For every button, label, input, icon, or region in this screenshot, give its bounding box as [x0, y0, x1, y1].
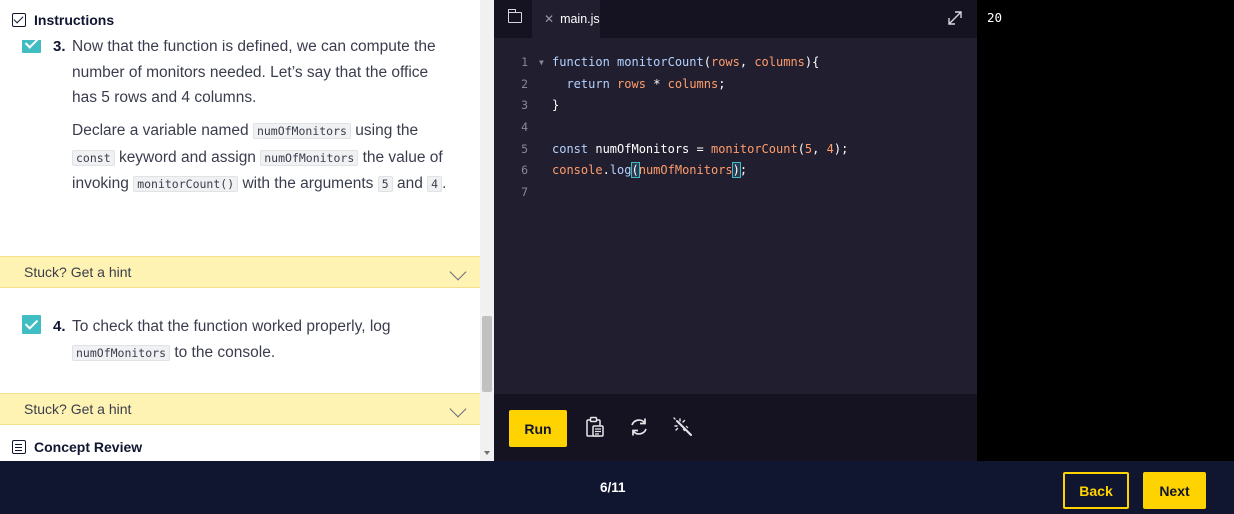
text: To check that the function worked proper…	[72, 318, 391, 335]
progress-indicator[interactable]: 6/11	[600, 480, 626, 495]
code-text: return rows * columns;	[566, 76, 726, 91]
editor-tab-bar: ✕ main.js	[494, 0, 977, 38]
footer-nav: 6/11 Back Next	[0, 461, 1234, 514]
hint-label: Stuck? Get a hint	[24, 401, 132, 417]
code-line: 6 console.log(numOfMonitors);	[494, 160, 977, 182]
text: using the	[355, 122, 419, 139]
code-line: 2 return rows * columns;	[494, 74, 977, 96]
task-3-paragraph-1: Now that the function is defined, we can…	[72, 40, 436, 106]
run-button[interactable]: Run	[509, 410, 567, 447]
inline-code: 4	[427, 176, 443, 192]
check-icon[interactable]	[22, 40, 41, 53]
code-line: 5 const numOfMonitors = monitorCount(5, …	[494, 139, 977, 161]
code-editor: ✕ main.js 1 ▼ function monitorCount(rows…	[494, 0, 977, 461]
refresh-icon[interactable]	[628, 416, 650, 438]
chevron-down-icon	[449, 400, 467, 418]
code-area[interactable]: 1 ▼ function monitorCount(rows, columns)…	[494, 52, 977, 204]
code-line: 3 }	[494, 95, 977, 117]
scroll-down-arrow-icon[interactable]	[484, 451, 490, 455]
code-text: }	[552, 98, 560, 113]
back-button[interactable]: Back	[1063, 472, 1129, 509]
text: keyword and assign	[118, 148, 256, 166]
inline-code: numOfMonitors	[260, 149, 359, 166]
concept-review-header[interactable]: Concept Review	[0, 432, 480, 461]
line-number: 7	[521, 185, 528, 200]
file-tab-label: main.js	[560, 12, 600, 26]
line-number: 3	[521, 98, 528, 113]
instructions-content: 3. Now that the function is defined, we …	[0, 40, 480, 461]
text: Declare a variable named	[72, 122, 249, 139]
line-number: 6	[521, 163, 528, 178]
task-number: 4.	[53, 318, 66, 335]
code-text: console.log(numOfMonitors);	[552, 162, 748, 179]
checklist-icon	[12, 13, 26, 27]
text: with the arguments	[242, 175, 374, 192]
output-console: 20	[977, 0, 1234, 461]
expand-icon[interactable]	[947, 10, 963, 26]
task-3-paragraph-2: Declare a variable named numOfMonitors u…	[72, 118, 452, 198]
instructions-title: Instructions	[34, 12, 115, 28]
instructions-panel: Instructions 3. Now that the function is…	[0, 0, 494, 461]
inline-code: monitorCount()	[133, 176, 239, 192]
inline-code: const	[72, 149, 115, 166]
file-tab-main-js[interactable]: ✕ main.js	[532, 0, 600, 38]
fold-arrow-icon[interactable]: ▼	[539, 52, 544, 74]
close-icon[interactable]: ✕	[544, 12, 554, 26]
inline-code: numOfMonitors	[252, 123, 351, 139]
line-number: 5	[521, 141, 528, 156]
hint-label: Stuck? Get a hint	[24, 264, 132, 280]
instructions-scrollbar[interactable]	[480, 0, 494, 461]
check-icon[interactable]	[22, 315, 41, 334]
line-number: 2	[521, 76, 528, 91]
text: and	[396, 175, 423, 192]
next-button[interactable]: Next	[1143, 472, 1206, 509]
code-line: 4	[494, 117, 977, 139]
line-number: 1	[521, 55, 528, 69]
code-text: function monitorCount(rows, columns){	[552, 55, 820, 69]
text: to the console.	[174, 343, 276, 361]
inline-code: 5	[377, 176, 393, 192]
editor-toolbar: Run	[494, 394, 977, 461]
task-number: 3.	[53, 40, 66, 55]
scrollbar-thumb[interactable]	[482, 316, 492, 392]
code-text: const numOfMonitors = monitorCount(5, 4)…	[552, 141, 849, 156]
magic-wand-icon[interactable]	[672, 416, 694, 438]
code-line: 7	[494, 182, 977, 204]
clipboard-icon[interactable]	[584, 416, 606, 438]
document-icon	[12, 439, 26, 454]
instructions-header[interactable]: Instructions	[0, 0, 480, 40]
concept-review-label: Concept Review	[34, 438, 143, 455]
folder-icon[interactable]	[507, 9, 522, 23]
console-output: 20	[987, 10, 1003, 25]
line-number: 4	[521, 120, 528, 135]
hint-toggle-task-4[interactable]: Stuck? Get a hint	[0, 393, 480, 425]
text: .	[442, 175, 447, 192]
code-line: 1 ▼ function monitorCount(rows, columns)…	[494, 52, 977, 74]
hint-toggle-task-3[interactable]: Stuck? Get a hint	[0, 256, 480, 288]
chevron-down-icon	[449, 263, 467, 281]
inline-code: numOfMonitors	[72, 344, 171, 361]
task-4-paragraph: To check that the function worked proper…	[72, 314, 452, 366]
